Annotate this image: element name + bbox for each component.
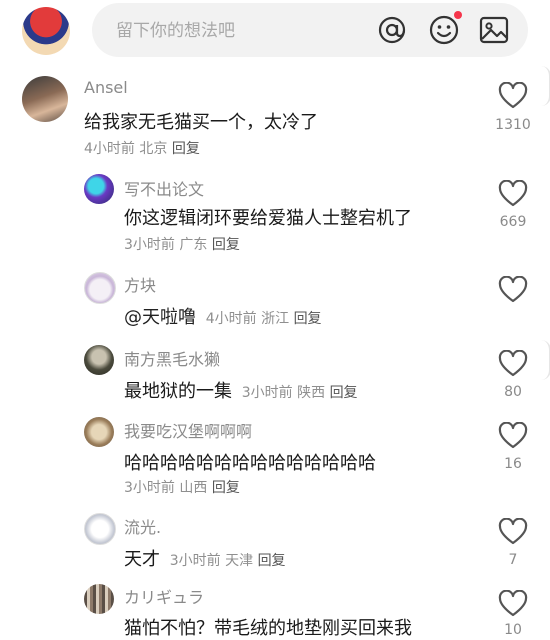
- reply-item: 南方黑毛水獭 最地狱的一集 3小时前 陕西 回复 80: [0, 340, 550, 408]
- comment-time: 3小时前: [169, 553, 221, 569]
- comment-author[interactable]: 南方黑毛水獭: [124, 346, 220, 370]
- emoji-icon[interactable]: [428, 11, 462, 46]
- heart-icon[interactable]: [498, 421, 528, 450]
- comment-author[interactable]: 我要吃汉堡啊啊啊: [124, 418, 252, 442]
- image-icon[interactable]: [478, 14, 510, 46]
- reply-button[interactable]: 回复: [258, 553, 286, 569]
- avatar[interactable]: [84, 272, 116, 304]
- avatar[interactable]: [84, 345, 114, 375]
- comment-item: Ansel 给我家无毛猫买一个，太冷了 4小时前 北京 回复 1310: [0, 66, 550, 166]
- notification-dot: [454, 11, 462, 19]
- heart-icon[interactable]: [498, 179, 528, 208]
- reply-item: 流光. 天才 3小时前 天津 回复 7: [0, 508, 550, 580]
- comment-text: 天才: [124, 549, 160, 570]
- comment-location: 陕西: [297, 385, 326, 401]
- comment-location: 天津: [225, 553, 254, 569]
- comment-meta: 3小时前 广东 回复: [124, 234, 240, 254]
- avatar[interactable]: [84, 174, 114, 204]
- heart-icon[interactable]: [498, 589, 528, 618]
- mention-link[interactable]: @天啦噜: [124, 307, 196, 328]
- like-count: 1310: [495, 117, 531, 133]
- comment-text: 给我家无毛猫买一个，太冷了: [84, 112, 318, 133]
- like-count: 669: [499, 214, 527, 230]
- comment-meta: 4小时前 北京 回复: [84, 138, 200, 158]
- reply-button[interactable]: 回复: [212, 237, 240, 253]
- comment-time: 3小时前: [124, 480, 175, 496]
- reply-button[interactable]: 回复: [212, 480, 240, 496]
- comment-time: 3小时前: [241, 385, 293, 401]
- comment-location: 浙江: [261, 311, 290, 327]
- reply-item: カリギュラ 猫怕不怕？带毛绒的地垫刚买回来我 10: [0, 580, 550, 640]
- at-icon[interactable]: [376, 14, 408, 46]
- comment-author[interactable]: カリギュラ: [124, 584, 204, 608]
- comment-author[interactable]: 写不出论文: [124, 176, 204, 200]
- avatar[interactable]: [84, 417, 114, 447]
- comment-time: 3小时前: [124, 237, 175, 253]
- heart-icon[interactable]: [498, 517, 528, 546]
- comment-author[interactable]: 流光.: [124, 514, 161, 538]
- reply-item: 方块 @天啦噜 4小时前 浙江 回复: [0, 266, 550, 338]
- comment-input-pill[interactable]: [92, 3, 528, 57]
- reply-item: 写不出论文 你这逻辑闭环要给爱猫人士整宕机了 3小时前 广东 回复 669: [0, 168, 550, 260]
- reply-button[interactable]: 回复: [294, 311, 322, 327]
- reply-item: 我要吃汉堡啊啊啊 哈哈哈哈哈哈哈哈哈哈哈哈哈哈 3小时前 山西 回复 16: [0, 412, 550, 504]
- heart-icon[interactable]: [498, 275, 528, 304]
- avatar[interactable]: [84, 513, 116, 545]
- comment-location: 广东: [179, 237, 208, 253]
- like-count: 80: [504, 384, 522, 400]
- comment-text-row: @天啦噜 4小时前 浙江 回复: [124, 303, 322, 329]
- comment-text: 猫怕不怕？带毛绒的地垫刚买回来我: [124, 618, 412, 639]
- like-count: 7: [508, 552, 518, 568]
- comment-meta: 4小时前 浙江 回复: [206, 311, 322, 327]
- comment-location: 山西: [179, 480, 208, 496]
- scroll-edge: [541, 66, 550, 106]
- like-count: 10: [504, 622, 522, 638]
- avatar[interactable]: [22, 76, 68, 122]
- comment-text: 哈哈哈哈哈哈哈哈哈哈哈哈哈哈: [124, 453, 376, 474]
- comment-meta: 3小时前 天津 回复: [170, 553, 286, 569]
- my-avatar[interactable]: [22, 7, 70, 55]
- like-count: 16: [504, 456, 522, 472]
- comment-composer: [0, 0, 550, 64]
- comment-author[interactable]: Ansel: [84, 78, 128, 97]
- comment-time: 4小时前: [84, 141, 135, 157]
- comment-meta: 3小时前 陕西 回复: [242, 385, 358, 401]
- comment-meta: 3小时前 山西 回复: [124, 477, 240, 497]
- reply-button[interactable]: 回复: [330, 385, 358, 401]
- comment-text: 你这逻辑闭环要给爱猫人士整宕机了: [124, 208, 412, 229]
- reply-button[interactable]: 回复: [172, 141, 200, 157]
- comment-input[interactable]: [114, 17, 368, 45]
- comment-author[interactable]: 方块: [124, 272, 156, 296]
- scroll-edge: [541, 340, 550, 380]
- comment-text: 最地狱的一集: [124, 381, 232, 402]
- comment-time: 4小时前: [205, 311, 257, 327]
- comment-text-row: 天才 3小时前 天津 回复: [124, 545, 286, 571]
- avatar[interactable]: [84, 584, 114, 614]
- heart-icon[interactable]: [498, 81, 528, 110]
- heart-icon[interactable]: [498, 349, 528, 378]
- comment-location: 北京: [139, 141, 168, 157]
- comment-text-row: 最地狱的一集 3小时前 陕西 回复: [124, 377, 358, 403]
